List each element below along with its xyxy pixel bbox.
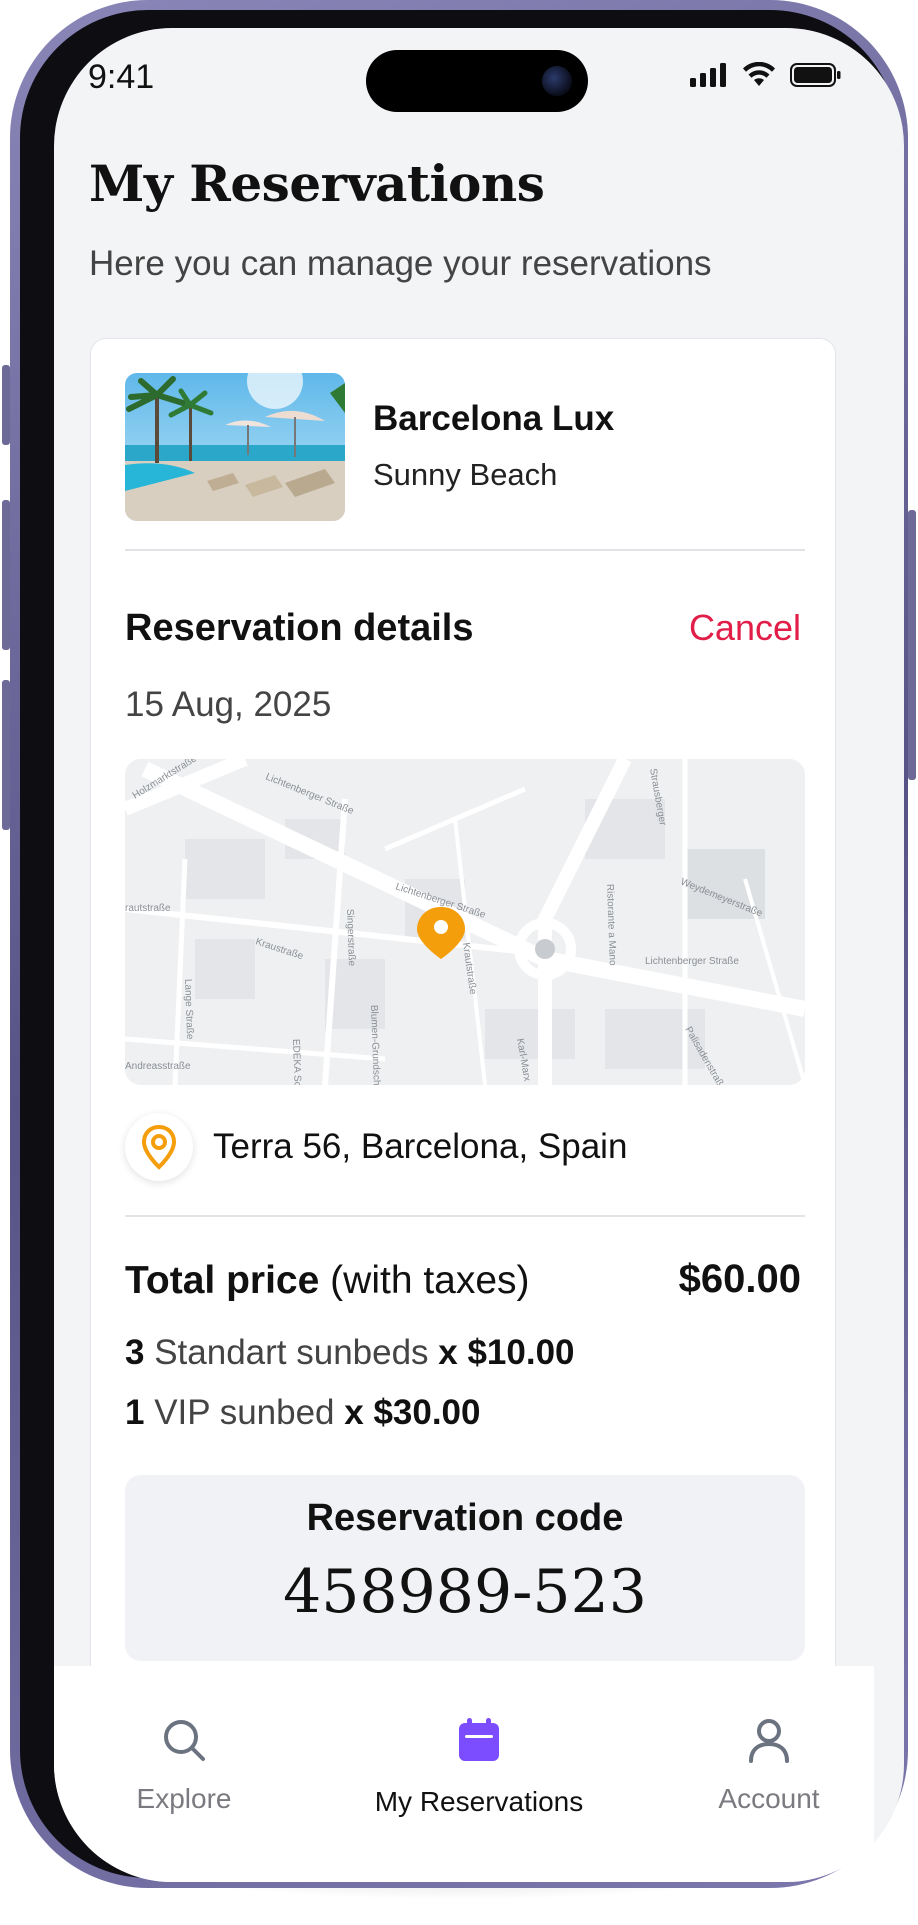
location-pin-icon xyxy=(141,1124,177,1170)
bottom-tab-bar: Explore My Reservations Account xyxy=(54,1666,874,1882)
line-item-qty: 3 xyxy=(125,1333,145,1372)
page-title: My Reservations xyxy=(89,154,545,213)
line-item-price: x $10.00 xyxy=(438,1333,575,1372)
line-item-price: x $30.00 xyxy=(344,1393,481,1432)
address-icon-badge xyxy=(125,1113,193,1181)
status-icons xyxy=(690,62,842,88)
wifi-icon xyxy=(743,62,775,86)
tab-account-label: Account xyxy=(718,1783,820,1814)
tab-explore-label: Explore xyxy=(136,1783,232,1814)
map-street-label: Singerstraße xyxy=(344,909,357,967)
beach-image xyxy=(125,373,345,521)
location-map[interactable]: Lichtenberger Straße Lichtenberger Straß… xyxy=(125,759,805,1085)
line-item-qty: 1 xyxy=(125,1393,145,1432)
map-street-label: rautstraße xyxy=(125,903,171,914)
battery-icon xyxy=(790,63,841,87)
signal-icon xyxy=(690,63,726,87)
camera-lens xyxy=(542,66,572,96)
reservation-code-box: Reservation code 458989-523 xyxy=(125,1475,805,1661)
search-icon xyxy=(164,1720,205,1761)
reservation-code-value: 458989-523 xyxy=(283,1557,647,1627)
reservation-code-label: Reservation code xyxy=(306,1497,624,1539)
divider xyxy=(125,1215,805,1217)
total-price-label: Total price (with taxes) xyxy=(125,1259,530,1303)
reservation-date: 15 Aug, 2025 xyxy=(125,685,332,724)
tab-explore[interactable]: Explore xyxy=(114,1716,254,1815)
tab-my-reservations[interactable]: My Reservations xyxy=(354,1716,604,1818)
device-side-button xyxy=(2,365,10,445)
line-item: 1 VIP sunbed x $30.00 xyxy=(125,1393,481,1433)
line-item-name: Standart sunbeds xyxy=(144,1333,439,1372)
map-street-label: EDEKA Sc xyxy=(290,1039,303,1085)
device-bezel: 9:41 My Reservations Here you can manage… xyxy=(20,10,904,1882)
device-side-button xyxy=(908,510,916,780)
map-street-label: Lichtenberger Straße xyxy=(645,956,739,967)
total-price-value: $60.00 xyxy=(678,1257,801,1301)
dynamic-island xyxy=(366,50,588,112)
user-icon xyxy=(749,1719,789,1763)
calendar-icon xyxy=(459,1718,499,1761)
page-subtitle: Here you can manage your reservations xyxy=(89,244,712,283)
reservation-details-title: Reservation details xyxy=(125,607,474,649)
address-text: Terra 56, Barcelona, Spain xyxy=(213,1127,628,1166)
map-canvas: Lichtenberger Straße Lichtenberger Straß… xyxy=(125,759,805,1085)
divider xyxy=(125,549,805,551)
device-side-button xyxy=(2,680,10,830)
map-street-label: Andreasstraße xyxy=(125,1061,191,1072)
cancel-button[interactable]: Cancel xyxy=(689,607,801,649)
total-price-label-note: (with taxes) xyxy=(319,1259,530,1302)
hotel-name: Barcelona Lux xyxy=(373,399,615,438)
tab-account[interactable]: Account xyxy=(704,1716,834,1815)
reservation-card: Barcelona Lux Sunny Beach Reservation de… xyxy=(90,338,836,1740)
hotel-thumbnail xyxy=(125,373,345,521)
tab-my-reservations-label: My Reservations xyxy=(374,1786,584,1817)
screen: 9:41 My Reservations Here you can manage… xyxy=(54,28,904,1882)
map-street-label: Lange Straße xyxy=(182,979,195,1040)
line-item-name: VIP sunbed xyxy=(144,1393,345,1432)
device-side-button xyxy=(2,500,10,650)
total-price-label-bold: Total price xyxy=(125,1259,320,1302)
status-time: 9:41 xyxy=(88,58,155,96)
beach-name: Sunny Beach xyxy=(373,457,558,492)
line-item: 3 Standart sunbeds x $10.00 xyxy=(125,1333,575,1373)
